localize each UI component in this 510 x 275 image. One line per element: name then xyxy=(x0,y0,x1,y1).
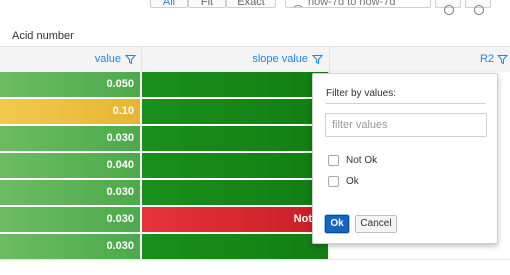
table-row: 0.030 Not xyxy=(0,207,330,234)
value-cell: 0.030 xyxy=(0,234,141,259)
value-cell: 0.030 xyxy=(0,207,141,232)
column-label: slope value xyxy=(252,53,308,65)
value-cell: 0.050 xyxy=(0,72,141,97)
date-range-picker[interactable]: now-7d to now-7d xyxy=(285,0,431,8)
table-row: 0.030 xyxy=(0,126,330,153)
all-button[interactable]: All xyxy=(150,0,188,8)
filter-values-input[interactable] xyxy=(325,113,487,137)
refresh-icon xyxy=(474,5,484,15)
table-row: 0.10 xyxy=(0,99,330,126)
value-cell: 0.030 xyxy=(0,126,141,151)
slope-cell xyxy=(142,126,328,151)
panel-title-row: Acid number xyxy=(0,26,510,47)
slope-cell: Not xyxy=(142,207,328,232)
column-label: R2 xyxy=(479,53,494,65)
value-cell: 0.030 xyxy=(0,180,141,205)
filter-icon[interactable] xyxy=(125,54,136,65)
table-row: 0.040 xyxy=(0,153,330,180)
fit-button[interactable]: Fit xyxy=(188,0,226,8)
checkbox[interactable] xyxy=(328,155,339,166)
column-header-r2[interactable]: R2 xyxy=(330,47,510,72)
filter-popup: Filter by values: Not Ok Ok Ok Cancel xyxy=(312,73,498,244)
search-icon xyxy=(444,5,454,15)
table-footer xyxy=(0,259,510,275)
slope-cell xyxy=(142,72,328,97)
value-cell: 0.10 xyxy=(0,99,141,124)
zoom-button[interactable] xyxy=(435,0,461,15)
checkbox[interactable] xyxy=(328,176,339,187)
table-row: 0.030 xyxy=(0,234,330,261)
slope-cell xyxy=(142,234,328,259)
filter-icon[interactable] xyxy=(497,54,508,65)
clock-icon xyxy=(292,5,304,7)
dashboard-panel: All Fit Exact now-7d to now-7d Acid numb… xyxy=(0,0,510,275)
filter-option-label: Ok xyxy=(346,176,359,187)
table-row: 0.030 xyxy=(0,180,330,207)
table-body: 0.050 0.10 0.030 0.040 0.030 0.030 Not 0… xyxy=(0,72,330,261)
date-range-label: now-7d to now-7d xyxy=(308,0,396,8)
refresh-button[interactable] xyxy=(465,0,491,15)
table-header: value slope value R2 xyxy=(0,47,510,73)
column-label: value xyxy=(94,53,121,65)
panel-title: Acid number xyxy=(12,30,74,42)
ok-button[interactable]: Ok xyxy=(325,215,349,233)
exact-button[interactable]: Exact xyxy=(226,0,276,8)
filter-option-label: Not Ok xyxy=(346,155,378,166)
filter-popup-title: Filter by values: xyxy=(326,88,397,99)
slope-cell xyxy=(142,153,328,178)
value-cell: 0.040 xyxy=(0,153,141,178)
slope-cell xyxy=(142,99,328,124)
divider xyxy=(326,103,486,104)
table-row: 0.050 xyxy=(0,72,330,99)
slope-cell xyxy=(142,180,328,205)
column-header-slope[interactable]: slope value xyxy=(142,47,330,72)
toolbar: All Fit Exact now-7d to now-7d xyxy=(0,0,510,24)
cancel-button[interactable]: Cancel xyxy=(355,215,397,233)
column-header-value[interactable]: value xyxy=(0,47,142,72)
filter-icon[interactable] xyxy=(312,54,323,65)
